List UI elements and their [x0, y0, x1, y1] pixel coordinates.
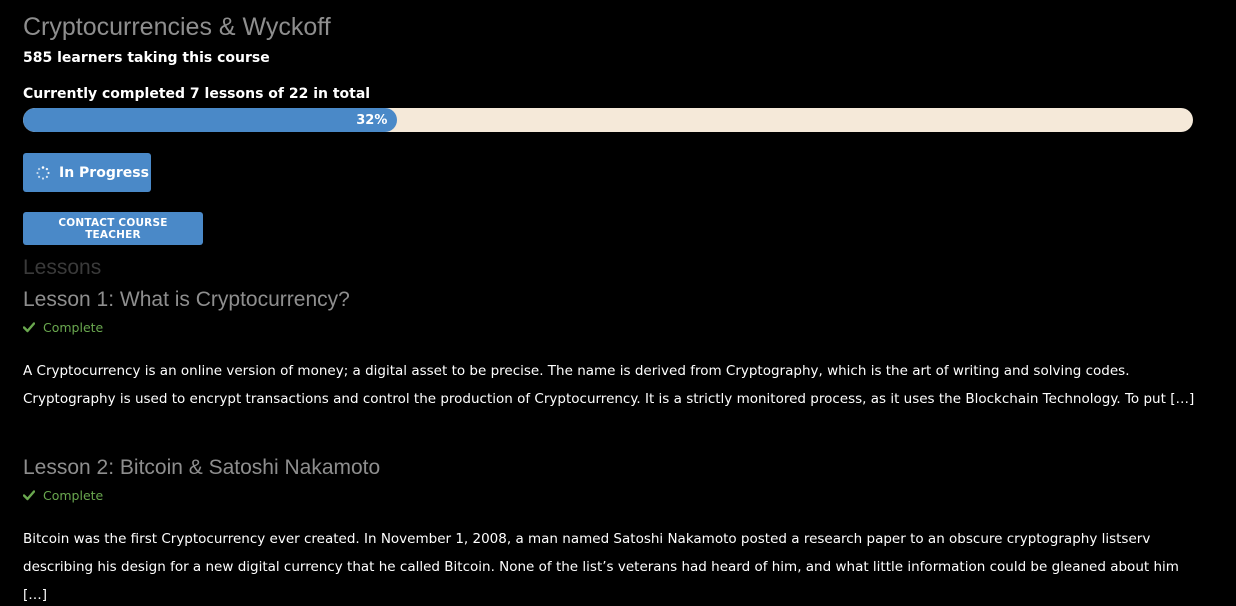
progress-bar: 32% — [23, 108, 1193, 132]
course-title: Cryptocurrencies & Wyckoff — [23, 13, 331, 41]
lesson-title[interactable]: Lesson 1: What is Cryptocurrency? — [23, 287, 1203, 313]
learners-count: 585 learners taking this course — [23, 50, 270, 66]
read-more-link[interactable]: […] — [23, 587, 47, 603]
lesson-excerpt: Bitcoin was the first Cryptocurrency eve… — [23, 525, 1203, 606]
progress-summary: Currently completed 7 lessons of 22 in t… — [23, 86, 371, 102]
lesson-status-label: Complete — [43, 319, 104, 335]
progress-fill: 32% — [23, 108, 398, 132]
spinner-icon — [36, 165, 50, 180]
lesson-excerpt: A Cryptocurrency is an online version of… — [23, 357, 1203, 413]
lesson-excerpt-text: Bitcoin was the first Cryptocurrency eve… — [23, 531, 1179, 575]
lesson-item: Lesson 1: What is Cryptocurrency? Comple… — [23, 287, 1203, 413]
lesson-status-label: Complete — [43, 487, 104, 503]
contact-teacher-button[interactable]: CONTACT COURSE TEACHER — [23, 212, 203, 245]
lesson-excerpt-text: A Cryptocurrency is an online version of… — [23, 363, 1171, 407]
in-progress-button[interactable]: In Progress — [23, 153, 151, 192]
lessons-heading: Lessons — [23, 256, 102, 279]
progress-percent-label: 32% — [356, 112, 388, 128]
lesson-title[interactable]: Lesson 2: Bitcoin & Satoshi Nakamoto — [23, 455, 1203, 481]
read-more-link[interactable]: […] — [1170, 391, 1194, 407]
lesson-item: Lesson 2: Bitcoin & Satoshi Nakamoto Com… — [23, 455, 1203, 606]
status-label: In Progress — [59, 164, 149, 181]
check-icon — [23, 490, 35, 501]
lesson-status: Complete — [23, 487, 1203, 503]
lesson-status: Complete — [23, 319, 1203, 335]
check-icon — [23, 322, 35, 333]
